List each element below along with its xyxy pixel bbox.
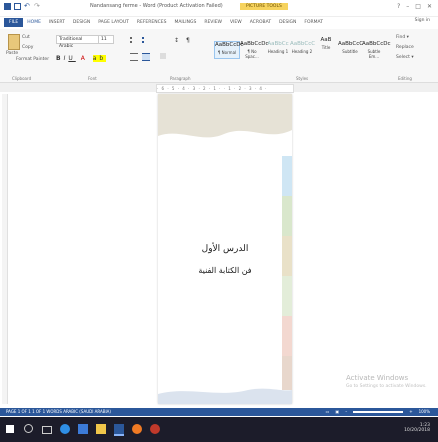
tab-page-layout[interactable]: PAGE LAYOUT xyxy=(94,20,133,25)
pilcrow-icon[interactable]: ¶ xyxy=(186,37,190,44)
zoom-in-icon[interactable]: + xyxy=(409,409,412,414)
underline-icon[interactable]: U xyxy=(68,55,75,62)
tab-design[interactable]: DESIGN xyxy=(69,20,94,25)
file-explorer-icon[interactable] xyxy=(96,424,106,434)
tab-view[interactable]: VIEW xyxy=(226,20,246,25)
paste-icon[interactable] xyxy=(8,34,20,50)
ruler-scale: · 6 · 5 · 4 · 3 · 2 · 1 · · 1 · 2 · 3 · … xyxy=(156,84,294,93)
paste-button[interactable]: Paste xyxy=(6,51,18,56)
ribbon: Paste Cut Copy Format Painter Clipboard … xyxy=(0,29,438,83)
cut-button[interactable]: Cut xyxy=(22,35,30,40)
help-icon[interactable]: ? xyxy=(397,3,400,10)
activation-watermark-hint: Go to Settings to activate Windows. xyxy=(346,384,427,389)
read-mode-icon[interactable]: ▭ xyxy=(326,409,330,414)
document-title[interactable]: الدرس الأول xyxy=(158,244,292,254)
bottom-wave-shape xyxy=(158,388,292,404)
numbering-icon[interactable] xyxy=(142,37,152,43)
tab-acrobat[interactable]: ACROBAT xyxy=(246,20,275,25)
store-icon[interactable] xyxy=(78,424,88,434)
side-stripe-5 xyxy=(282,316,292,356)
media-player-icon[interactable] xyxy=(150,424,160,434)
style-heading-2[interactable]: AaBbCcC Heading 2 xyxy=(290,41,315,57)
window-controls: ? – □ ✕ xyxy=(397,3,432,10)
horizontal-ruler[interactable]: · 6 · 5 · 4 · 3 · 2 · 1 · · 1 · 2 · 3 · … xyxy=(0,83,438,93)
group-label-paragraph: Paragraph xyxy=(170,76,191,81)
minimize-icon[interactable]: – xyxy=(406,3,409,10)
shading-icon[interactable] xyxy=(160,53,166,59)
replace-button[interactable]: Replace xyxy=(396,45,414,50)
sort-icon[interactable]: ↕ xyxy=(174,37,179,44)
tab-mailings[interactable]: MAILINGS xyxy=(170,20,200,25)
align-center-icon[interactable] xyxy=(130,53,138,61)
status-zoom-area: ▭ ▣ – + 100% xyxy=(326,409,430,414)
close-icon[interactable]: ✕ xyxy=(427,3,432,10)
side-stripe-2 xyxy=(282,196,292,236)
document-page[interactable]: الدرس الأول فن الكتابة الفنية xyxy=(158,94,292,404)
style-subtle-emphasis[interactable]: AaBbCcDc Subtle Em... xyxy=(362,41,391,59)
group-label-editing: Editing xyxy=(398,76,412,81)
side-stripe-1 xyxy=(282,156,292,196)
style-title[interactable]: AaB Title xyxy=(314,37,338,53)
group-label-font: Font xyxy=(88,76,97,81)
search-icon[interactable] xyxy=(24,424,33,433)
vertical-ruler[interactable] xyxy=(2,94,8,404)
top-wave-shape xyxy=(158,94,292,138)
paragraph-buttons[interactable]: ↕ ¶ xyxy=(130,37,210,61)
clock-date: 10/20/2018 xyxy=(404,428,430,433)
group-label-styles: Styles xyxy=(296,76,309,81)
taskbar: 1:23 10/20/2018 xyxy=(0,417,438,442)
ribbon-tabs: FILE HOME INSERT DESIGN PAGE LAYOUT REFE… xyxy=(0,17,438,28)
side-stripe-6 xyxy=(282,356,292,390)
tab-home[interactable]: HOME xyxy=(23,20,45,25)
redo-icon[interactable]: ↷ xyxy=(34,3,41,10)
start-icon[interactable] xyxy=(6,425,14,433)
font-size-select[interactable]: 11 xyxy=(98,35,114,44)
task-view-icon[interactable] xyxy=(42,426,52,434)
zoom-slider[interactable] xyxy=(353,410,404,413)
align-right-icon[interactable] xyxy=(142,53,150,61)
copy-button[interactable]: Copy xyxy=(22,45,33,50)
system-tray[interactable]: 1:23 10/20/2018 xyxy=(404,423,430,433)
format-painter-button[interactable]: Format Painter xyxy=(16,57,49,62)
style-normal[interactable]: AaBbCcDc ¶ Normal xyxy=(214,41,244,59)
font-formatting-buttons[interactable]: BIU A ab xyxy=(56,55,107,62)
bold-icon[interactable]: B xyxy=(56,55,64,62)
maximize-icon[interactable]: □ xyxy=(415,3,421,10)
find-button[interactable]: Find ▾ xyxy=(396,35,409,40)
tab-references[interactable]: REFERENCES xyxy=(133,20,171,25)
quick-access-toolbar: ↶ ↷ xyxy=(4,3,41,10)
edge-icon[interactable] xyxy=(60,424,70,434)
zoom-level[interactable]: 100% xyxy=(419,409,430,414)
tab-review[interactable]: REVIEW xyxy=(200,20,226,25)
font-color-icon[interactable]: A xyxy=(81,55,88,62)
tab-file[interactable]: FILE xyxy=(4,18,24,27)
activation-watermark: Activate Windows xyxy=(346,374,409,382)
style-no-spacing[interactable]: AaBbCcDc ¶ No Spac... xyxy=(240,41,269,59)
word-logo-icon xyxy=(4,3,11,10)
bullets-icon[interactable] xyxy=(130,37,140,43)
side-stripe-4 xyxy=(282,276,292,316)
group-label-clipboard: Clipboard xyxy=(12,76,32,81)
status-info[interactable]: PAGE 1 OF 1 1 OF 1 WORDS ARABIC (SAUDI A… xyxy=(6,409,111,414)
style-subtitle[interactable]: AaBbCcC Subtitle xyxy=(338,41,363,57)
highlight-icon[interactable]: ab xyxy=(92,55,107,62)
picture-tools-tab[interactable]: PICTURE TOOLS xyxy=(240,3,288,10)
firefox-icon[interactable] xyxy=(132,424,142,434)
tab-picture-design[interactable]: DESIGN xyxy=(275,20,300,25)
title-bar: ↶ ↷ Nandansang ferme - Word (Product Act… xyxy=(0,0,438,17)
font-name-select[interactable]: Traditional Arabic xyxy=(56,35,100,49)
select-button[interactable]: Select ▾ xyxy=(396,55,414,60)
word-icon[interactable] xyxy=(114,424,124,436)
print-layout-icon[interactable]: ▣ xyxy=(335,409,339,414)
tab-insert[interactable]: INSERT xyxy=(45,20,69,25)
style-heading-1[interactable]: AaBbCc Heading 1 xyxy=(266,41,290,57)
tab-format[interactable]: FORMAT xyxy=(300,20,327,25)
status-bar: PAGE 1 OF 1 1 OF 1 WORDS ARABIC (SAUDI A… xyxy=(0,408,438,416)
zoom-out-icon[interactable]: – xyxy=(345,409,347,414)
window-title: Nandansang ferme - Word (Product Activat… xyxy=(90,3,223,9)
save-icon[interactable] xyxy=(14,3,21,10)
document-subtitle[interactable]: فن الكتابة الفنية xyxy=(158,266,292,275)
sign-in-link[interactable]: Sign in xyxy=(415,18,430,23)
undo-icon[interactable]: ↶ xyxy=(24,3,31,10)
